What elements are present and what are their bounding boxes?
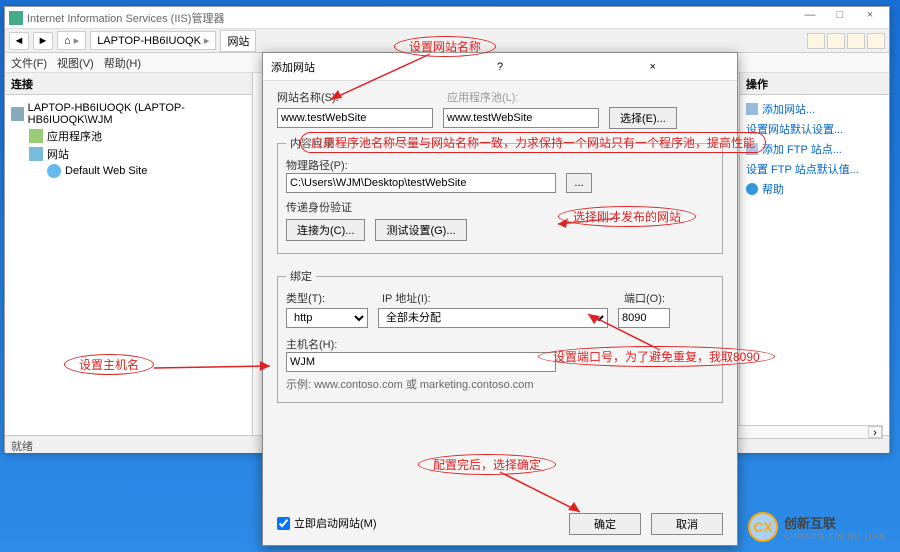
content-dir-legend: 内容目录	[286, 135, 338, 151]
nav-tool-2[interactable]	[827, 33, 845, 49]
ip-label: IP 地址(I):	[382, 290, 614, 306]
site-name-input[interactable]	[277, 108, 433, 128]
action-add-ftp[interactable]: 添加 FTP 站点...	[746, 139, 883, 159]
nav-tool-3[interactable]	[847, 33, 865, 49]
app-icon	[9, 11, 23, 25]
back-button[interactable]: ◄	[9, 32, 29, 50]
minimize-button[interactable]: —	[795, 9, 825, 27]
host-example: 示例: www.contoso.com 或 marketing.contoso.…	[286, 376, 714, 392]
start-now-label: 立即启动网站(M)	[294, 515, 377, 531]
window-title: Internet Information Services (IIS)管理器	[27, 10, 795, 26]
add-icon	[746, 143, 758, 155]
logo-subtext: CHUANG XIN HU LIAN	[784, 532, 886, 541]
connect-as-button[interactable]: 连接为(C)...	[286, 219, 365, 241]
sites-icon	[29, 147, 43, 161]
add-icon	[746, 103, 758, 115]
host-label: 主机名(H):	[286, 336, 714, 352]
logo: CX 创新互联CHUANG XIN HU LIAN	[748, 512, 886, 542]
server-icon	[11, 107, 24, 121]
logo-badge-icon: CX	[748, 512, 778, 542]
tree-server[interactable]: LAPTOP-HB6IUOQK (LAPTOP-HB6IUOQK\WJM	[11, 101, 246, 127]
scroll-right-icon[interactable]: ›	[868, 426, 882, 438]
breadcrumb-home[interactable]: ⌂▸	[57, 31, 86, 50]
action-ftp-defaults[interactable]: 设置 FTP 站点默认值...	[746, 159, 883, 179]
help-icon	[746, 183, 758, 195]
action-help[interactable]: 帮助	[746, 179, 883, 199]
connections-tree[interactable]: LAPTOP-HB6IUOQK (LAPTOP-HB6IUOQK\WJM 应用程…	[5, 95, 252, 185]
ok-button[interactable]: 确定	[569, 513, 641, 535]
action-site-defaults[interactable]: 设置网站默认设置...	[746, 119, 883, 139]
action-add-site[interactable]: 添加网站...	[746, 99, 883, 119]
app-pool-input[interactable]	[443, 108, 599, 128]
tree-sites[interactable]: 网站	[11, 145, 246, 163]
site-name-label: 网站名称(S):	[277, 89, 437, 105]
ip-select[interactable]: 全部未分配	[378, 308, 608, 328]
home-icon: ⌂	[64, 35, 71, 47]
actions-header: 操作	[740, 73, 889, 95]
port-label: 端口(O):	[624, 290, 665, 306]
browse-button[interactable]: ...	[566, 173, 592, 193]
nav-toolbar: ◄ ► ⌂▸ LAPTOP-HB6IUOQK▸ 网站	[5, 29, 889, 53]
dialog-titlebar: 添加网站 ? ×	[263, 53, 737, 81]
cancel-button[interactable]: 取消	[651, 513, 723, 535]
pool-icon	[29, 129, 43, 143]
globe-icon	[47, 164, 61, 178]
port-input[interactable]	[618, 308, 670, 328]
dialog-help-button[interactable]: ?	[424, 61, 577, 73]
app-pool-label: 应用程序池(L):	[447, 89, 519, 105]
connections-header: 连接	[5, 73, 252, 95]
test-settings-button[interactable]: 测试设置(G)...	[375, 219, 466, 241]
close-button[interactable]: ×	[855, 9, 885, 27]
maximize-button[interactable]: □	[825, 9, 855, 27]
type-label: 类型(T):	[286, 290, 372, 306]
menu-view[interactable]: 视图(V)	[57, 55, 94, 71]
breadcrumb-sites[interactable]: 网站	[220, 30, 256, 52]
breadcrumb-host[interactable]: LAPTOP-HB6IUOQK▸	[90, 31, 216, 50]
nav-tool-1[interactable]	[807, 33, 825, 49]
dialog-close-button[interactable]: ×	[576, 61, 729, 73]
path-label: 物理路径(P):	[286, 157, 714, 173]
type-select[interactable]: http	[286, 308, 368, 328]
binding-fieldset: 绑定 类型(T): IP 地址(I): 端口(O): http 全部未分配 主机…	[277, 268, 723, 403]
select-pool-button[interactable]: 选择(E)...	[609, 107, 677, 129]
forward-button[interactable]: ►	[33, 32, 53, 50]
nav-help-icon[interactable]	[867, 33, 885, 49]
physical-path-input[interactable]	[286, 173, 556, 193]
host-input[interactable]	[286, 352, 556, 372]
connections-panel: 连接 LAPTOP-HB6IUOQK (LAPTOP-HB6IUOQK\WJM …	[5, 73, 253, 435]
tree-app-pools[interactable]: 应用程序池	[11, 127, 246, 145]
dialog-title: 添加网站	[271, 59, 424, 75]
menu-help[interactable]: 帮助(H)	[104, 55, 141, 71]
logo-text: 创新互联	[784, 516, 836, 531]
add-website-dialog: 添加网站 ? × 网站名称(S): 应用程序池(L): 选择(E)... 内容目…	[262, 52, 738, 546]
passthrough-label: 传递身份验证	[286, 199, 714, 215]
start-now-checkbox[interactable]	[277, 517, 290, 530]
tree-default-site[interactable]: Default Web Site	[11, 163, 246, 179]
menu-file[interactable]: 文件(F)	[11, 55, 47, 71]
content-dir-fieldset: 内容目录 物理路径(P): ... 传递身份验证 连接为(C)... 测试设置(…	[277, 135, 723, 254]
titlebar: Internet Information Services (IIS)管理器 —…	[5, 7, 889, 29]
actions-panel: 操作 添加网站... 设置网站默认设置... 添加 FTP 站点... 设置 F…	[739, 73, 889, 435]
binding-legend: 绑定	[286, 268, 316, 284]
